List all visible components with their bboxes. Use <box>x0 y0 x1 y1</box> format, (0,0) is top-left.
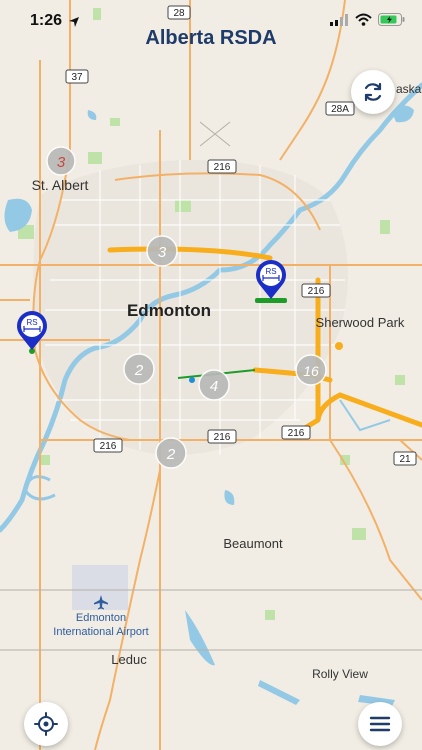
app-title: Alberta RSDA <box>145 27 277 49</box>
shield-216-s: 216 <box>207 429 237 444</box>
waypoint-dot <box>189 377 195 383</box>
shield-21-label: 21 <box>399 454 411 465</box>
cluster-north-count: 3 <box>158 244 167 261</box>
label-st-albert: St. Albert <box>32 177 89 193</box>
shield-21: 21 <box>393 451 417 466</box>
cluster-south-west[interactable]: 2 <box>123 353 155 385</box>
shield-216-s-label: 216 <box>214 432 231 443</box>
cluster-south-centre[interactable]: 4 <box>198 369 230 401</box>
interchange-dot <box>335 342 343 350</box>
label-rolly-view: Rolly View <box>312 667 368 681</box>
shield-216-north-label: 216 <box>214 162 231 173</box>
label-sherwood-park: Sherwood Park <box>316 315 405 330</box>
cluster-east-count: 16 <box>303 363 319 379</box>
cluster-east[interactable]: 16 <box>295 354 327 386</box>
shield-216-east: 216 <box>301 283 331 298</box>
wifi-icon <box>355 13 372 26</box>
shield-37: 37 <box>65 69 89 84</box>
label-airport-2: International Airport <box>53 626 148 638</box>
cluster-st-albert[interactable]: 3 <box>46 146 76 176</box>
rs-marker-west-label: RS <box>26 318 37 327</box>
cluster-south-centre-count: 4 <box>210 378 218 395</box>
label-edmonton: Edmonton <box>127 301 211 320</box>
refresh-icon <box>364 82 382 102</box>
map-canvas[interactable]: 28 37 28A 216 216 216 216 216 21 St. Alb… <box>0 0 422 750</box>
shield-37-label: 37 <box>71 72 83 83</box>
menu-icon <box>369 716 391 732</box>
shield-216-sw: 216 <box>93 438 123 453</box>
shield-216-north: 216 <box>207 159 237 174</box>
cellular-signal-icon <box>330 14 348 26</box>
crosshair-icon <box>34 712 58 736</box>
shield-28a-label: 28A <box>331 104 349 115</box>
locate-button[interactable] <box>24 702 68 746</box>
label-leduc: Leduc <box>111 652 147 667</box>
rs-marker-east-label: RS <box>265 267 276 276</box>
shield-216-sw-label: 216 <box>100 441 117 452</box>
battery-icon <box>378 13 405 26</box>
cluster-st-albert-count: 3 <box>57 154 66 171</box>
cluster-north[interactable]: 3 <box>146 235 178 267</box>
shield-216-se: 216 <box>281 425 311 440</box>
label-beaumont: Beaumont <box>223 536 283 551</box>
label-airport-1: Edmonton <box>76 612 126 624</box>
shield-216-east-label: 216 <box>308 286 325 297</box>
menu-button[interactable] <box>358 702 402 746</box>
cluster-south-west-count: 2 <box>134 362 144 379</box>
shield-216-se-label: 216 <box>288 428 305 439</box>
cluster-south-count: 2 <box>166 446 176 463</box>
label-partial-top-right: aska <box>396 82 422 96</box>
cluster-south[interactable]: 2 <box>155 437 187 469</box>
shield-28a: 28A <box>325 101 355 116</box>
refresh-button[interactable] <box>351 70 395 114</box>
